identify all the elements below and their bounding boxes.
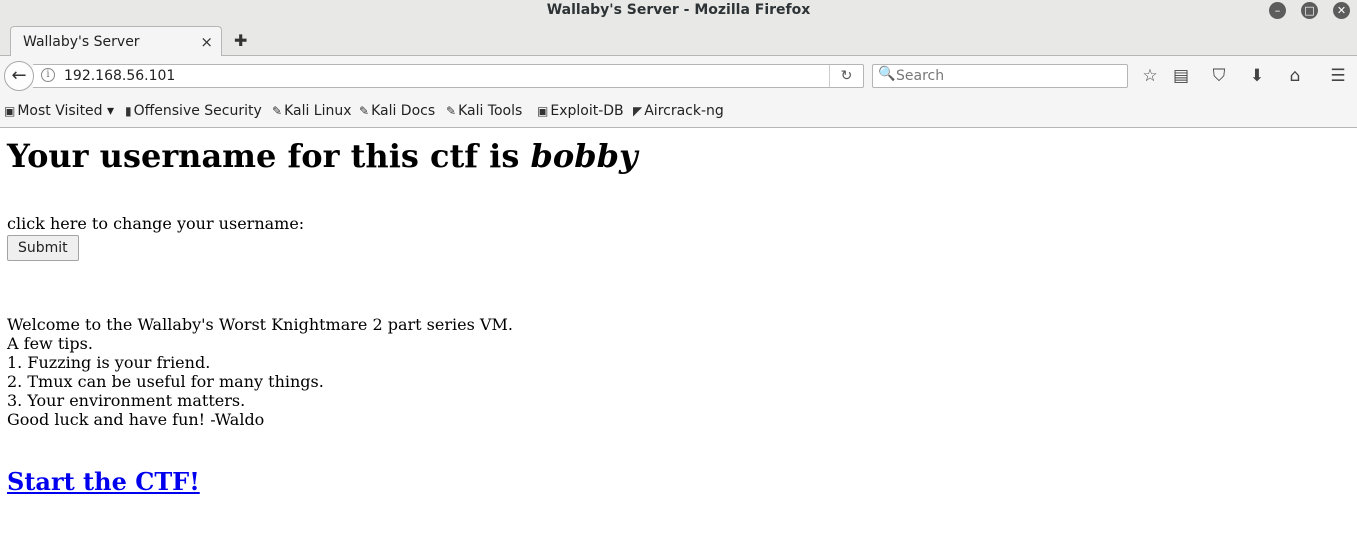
folder-icon: ▣: [4, 104, 16, 118]
kali-dragon-icon: ✎: [359, 104, 370, 118]
bookmark-kali-docs[interactable]: ✎ Kali Docs: [359, 103, 435, 119]
bookmark-star-icon[interactable]: ☆: [1138, 65, 1162, 87]
library-icon[interactable]: ▤: [1169, 65, 1193, 87]
tips-block: Welcome to the Wallaby's Worst Knightmar…: [7, 315, 513, 429]
tips-line: Welcome to the Wallaby's Worst Knightmar…: [7, 315, 513, 334]
url-input[interactable]: [64, 67, 824, 85]
submit-button[interactable]: Submit: [7, 235, 79, 261]
tips-line: A few tips.: [7, 334, 93, 353]
bookmark-most-visited[interactable]: ▣ Most Visited ▾: [4, 103, 114, 119]
tips-line: 3. Your environment matters.: [7, 391, 246, 410]
bookmark-offensive-security[interactable]: ▮ Offensive Security: [125, 103, 262, 119]
bookmark-label: Aircrack-ng: [644, 103, 724, 119]
bookmark-kali-tools[interactable]: ✎ Kali Tools: [446, 103, 522, 119]
minimize-button[interactable]: –: [1269, 2, 1286, 19]
tips-line: 2. Tmux can be useful for many things.: [7, 372, 324, 391]
bookmark-label: Exploit-DB: [550, 103, 624, 119]
home-icon[interactable]: ⌂: [1283, 65, 1307, 87]
tips-line: Good luck and have fun! -Waldo: [7, 410, 265, 429]
bookmark-label: Most Visited ▾: [17, 103, 115, 119]
bookmark-label: Kali Tools: [458, 103, 523, 119]
reload-icon[interactable]: ↻: [829, 65, 863, 87]
downloads-icon[interactable]: ⬇: [1245, 65, 1269, 87]
menu-icon[interactable]: ☰: [1326, 65, 1350, 87]
bookmark-aircrack-ng[interactable]: ◤ Aircrack-ng: [633, 103, 724, 119]
bookmark-exploit-db[interactable]: ▣ Exploit-DB: [537, 103, 624, 119]
bookmark-label: Offensive Security: [133, 103, 262, 119]
maximize-button[interactable]: □: [1301, 2, 1318, 19]
bookmark-kali-linux[interactable]: ✎ Kali Linux: [272, 103, 352, 119]
offsec-icon: ▮: [125, 104, 132, 118]
username-value: bobby: [530, 137, 638, 175]
search-icon: 🔍: [878, 66, 896, 82]
pocket-icon[interactable]: ⛉: [1207, 65, 1231, 87]
window-title: Wallaby's Server - Mozilla Firefox: [546, 2, 811, 18]
bookmark-label: Kali Linux: [284, 103, 352, 119]
url-bar[interactable]: i ↻: [33, 64, 864, 88]
close-tab-icon[interactable]: ×: [200, 33, 213, 51]
page-content: Your username for this ctf is bobby clic…: [0, 129, 1357, 557]
new-tab-button[interactable]: ✚: [234, 31, 247, 50]
change-username-suffix: to change your username:: [86, 214, 305, 233]
navigation-toolbar: i ↻ ← 🔍 ☆ ▤ ⛉ ⬇ ⌂ ☰: [0, 56, 1357, 96]
kali-dragon-icon: ✎: [272, 104, 283, 118]
close-window-button[interactable]: ✕: [1333, 2, 1350, 19]
tab-strip: Wallaby's Server × ✚: [0, 22, 1357, 57]
aircrack-icon: ◤: [633, 104, 643, 118]
search-input[interactable]: [896, 67, 1121, 85]
back-button[interactable]: ←: [4, 61, 34, 91]
page-heading: Your username for this ctf is bobby: [7, 137, 638, 175]
site-info-icon[interactable]: i: [41, 68, 55, 82]
change-username-link[interactable]: click here: [7, 214, 87, 233]
window-titlebar: Wallaby's Server - Mozilla Firefox – □ ✕: [0, 0, 1357, 22]
tab-wallabys-server[interactable]: Wallaby's Server ×: [10, 26, 222, 57]
heading-prefix: Your username for this ctf is: [7, 137, 531, 175]
exploit-db-icon: ▣: [537, 104, 549, 118]
change-username-text: click here to change your username:: [7, 214, 304, 233]
start-ctf-link[interactable]: Start the CTF!: [7, 467, 200, 496]
search-bar[interactable]: 🔍: [872, 64, 1128, 88]
bookmark-label: Kali Docs: [371, 103, 436, 119]
tab-label: Wallaby's Server: [23, 34, 140, 50]
tips-line: 1. Fuzzing is your friend.: [7, 353, 211, 372]
bookmarks-toolbar: ▣ Most Visited ▾ ▮ Offensive Security ✎ Kal…: [0, 96, 1357, 128]
kali-dragon-icon: ✎: [446, 104, 457, 118]
